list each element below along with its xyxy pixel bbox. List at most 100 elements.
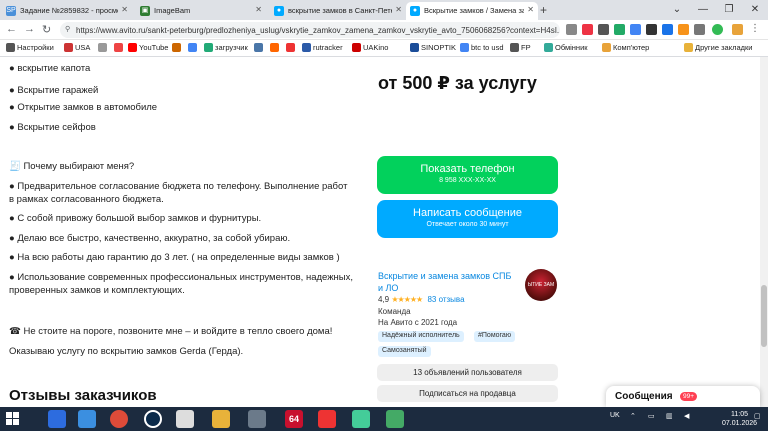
app-taskbar-icon[interactable] <box>318 410 336 428</box>
subscribe-seller-button[interactable]: Подписаться на продавца <box>377 385 558 402</box>
new-tab-button[interactable]: + <box>540 3 547 17</box>
seller-rating: 4,9 ★★★★★ 83 отзыва <box>378 295 465 304</box>
reviews-link[interactable]: 83 отзыва <box>427 295 464 304</box>
scrollbar-thumb[interactable] <box>761 285 767 347</box>
bookmark-uakino[interactable]: UAKino <box>352 43 388 52</box>
phone-number-masked: 8 958 XXX-XX-XX <box>439 177 496 184</box>
network-icon[interactable]: ▥ <box>666 412 673 420</box>
reload-button[interactable]: ↻ <box>42 23 51 36</box>
bookmark-icon <box>114 43 123 52</box>
notepad-icon[interactable] <box>176 410 194 428</box>
user-listings-button[interactable]: 13 объявлений пользователя <box>377 364 558 381</box>
description-line: ● Вскрытие гаражей <box>9 85 99 96</box>
bookmark-usa[interactable]: USA <box>64 43 90 52</box>
google-icon <box>460 43 469 52</box>
badge-reliable[interactable]: Надёжный исполнитель <box>378 331 464 342</box>
bookmark-rutracker[interactable]: rutracker <box>302 43 343 52</box>
bookmark-exchanger[interactable]: Обмінник <box>544 43 588 52</box>
app-taskbar-icon[interactable] <box>386 410 404 428</box>
aida64-icon[interactable]: 64 <box>285 410 303 428</box>
rating-stars-icon: ★★★★★ <box>391 295 423 304</box>
profile-avatar-icon[interactable] <box>712 24 723 35</box>
messages-count-badge: 99+ <box>680 392 698 401</box>
imagebam-icon: ▣ <box>140 6 150 16</box>
bookmark-icon <box>544 43 553 52</box>
steam-icon[interactable] <box>144 410 162 428</box>
webroot-icon[interactable] <box>78 410 96 428</box>
tab-task[interactable]: SP Задание №2859832 - просмотр з ✕ <box>2 2 132 20</box>
bookmark-icon <box>352 43 361 52</box>
folder-icon <box>602 43 611 52</box>
avito-icon: ● <box>274 6 284 16</box>
app-taskbar-icon[interactable] <box>352 410 370 428</box>
extension-icon[interactable] <box>662 24 673 35</box>
extension-icon[interactable] <box>614 24 625 35</box>
bookmark-fp[interactable]: FP <box>510 43 531 52</box>
response-time: Отвечает около 30 минут <box>426 221 509 228</box>
maximize-button[interactable]: ❐ <box>716 0 742 20</box>
tray-arrow-icon[interactable]: ⌃ <box>630 412 636 420</box>
extension-icon[interactable] <box>582 24 593 35</box>
update-icon[interactable] <box>732 24 743 35</box>
tab-avito-search[interactable]: ● вскрытие замков в Санкт-Петерб ✕ <box>270 2 406 20</box>
close-window-button[interactable]: ✕ <box>742 0 768 20</box>
bookmarks-bar: Настройки USA YouTube загрузчик rutracke… <box>0 40 768 57</box>
back-button[interactable]: ← <box>6 23 17 35</box>
chrome-icon[interactable] <box>110 410 128 428</box>
extension-icon[interactable] <box>646 24 657 35</box>
tab-avito-listing[interactable]: ● Вскрытие замков / Замена замко ✕ <box>406 2 538 20</box>
minimize-button[interactable]: — <box>690 0 716 20</box>
windows-start-icon[interactable] <box>6 412 20 426</box>
volume-icon[interactable]: ◀ <box>684 412 689 420</box>
avatar-text: ЫТИЕ ЗАМ <box>527 282 555 288</box>
tab-label: вскрытие замков в Санкт-Петерб <box>288 6 392 15</box>
file-explorer-icon[interactable] <box>212 410 230 428</box>
show-phone-button[interactable]: Показать телефон 8 958 XXX-XX-XX <box>377 156 558 194</box>
app-taskbar-icon[interactable] <box>48 410 66 428</box>
page-scrollbar[interactable] <box>760 57 768 407</box>
taskbar-clock[interactable]: 11:05 07.01.2026 <box>722 410 757 428</box>
tab-search-icon[interactable]: ⌄ <box>664 0 690 20</box>
close-icon[interactable]: ✕ <box>395 5 402 14</box>
write-message-button[interactable]: Написать сообщение Отвечает около 30 мин… <box>377 200 558 238</box>
seller-name-link[interactable]: Вскрытие и замена замков СПБ и ЛО <box>378 270 518 294</box>
bookmark-sinoptik[interactable]: SINOPTIK <box>410 43 456 52</box>
bookmark-computer-folder[interactable]: Комп'ютер <box>602 43 649 52</box>
bookmark-icon <box>286 43 295 52</box>
seller-avatar[interactable]: ЫТИЕ ЗАМ <box>525 269 557 301</box>
close-icon[interactable]: ✕ <box>527 5 534 14</box>
star-bookmark-icon[interactable] <box>566 24 577 35</box>
bookmark-settings[interactable]: Настройки <box>6 43 54 52</box>
bookmark-other-folder[interactable]: Другие закладки <box>684 43 752 52</box>
browser-tab-bar: SP Задание №2859832 - просмотр з ✕ ▣ Ima… <box>0 0 768 20</box>
badge-self-employed[interactable]: Самозанятый <box>378 346 431 357</box>
menu-kebab-icon[interactable]: ⋮ <box>750 24 761 35</box>
description-line: ● С собой привожу большой выбор замков и… <box>9 213 262 224</box>
extension-icon[interactable] <box>598 24 609 35</box>
description-line: ● Использование современных профессионал… <box>9 272 354 296</box>
weather-icon <box>410 43 419 52</box>
extensions-puzzle-icon[interactable] <box>694 24 705 35</box>
keyboard-language-indicator[interactable]: UK <box>610 412 620 419</box>
close-icon[interactable]: ✕ <box>121 5 128 14</box>
battery-icon[interactable]: ▭ <box>648 412 655 420</box>
close-icon[interactable]: ✕ <box>255 5 262 14</box>
badge-helping[interactable]: #Помогаю <box>474 331 516 342</box>
extension-icon[interactable] <box>678 24 689 35</box>
url-text: https://www.avito.ru/sankt-peterburg/pre… <box>76 26 560 35</box>
url-input[interactable]: ⚲ https://www.avito.ru/sankt-peterburg/p… <box>60 22 560 38</box>
bookmark-btc[interactable]: btc to usd <box>460 43 504 52</box>
site-info-icon[interactable]: ⚲ <box>65 25 70 33</box>
forward-button[interactable]: → <box>24 23 35 35</box>
extension-icon[interactable] <box>630 24 641 35</box>
app-taskbar-icon[interactable] <box>248 410 266 428</box>
clock-time: 11:05 <box>731 411 749 418</box>
page-content: ● вскрытие капота ● Вскрытие гаражей ● О… <box>0 57 760 407</box>
bookmark-youtube[interactable]: YouTube <box>128 43 168 52</box>
messages-panel[interactable]: Сообщения 99+ <box>606 386 760 407</box>
bookmark-downloader[interactable]: загрузчик <box>204 43 248 52</box>
tab-label: Вскрытие замков / Замена замко <box>424 6 524 15</box>
notifications-icon[interactable]: ▢ <box>754 412 761 420</box>
tab-imagebam[interactable]: ▣ ImageBam ✕ <box>136 2 266 20</box>
google-icon <box>188 43 197 52</box>
